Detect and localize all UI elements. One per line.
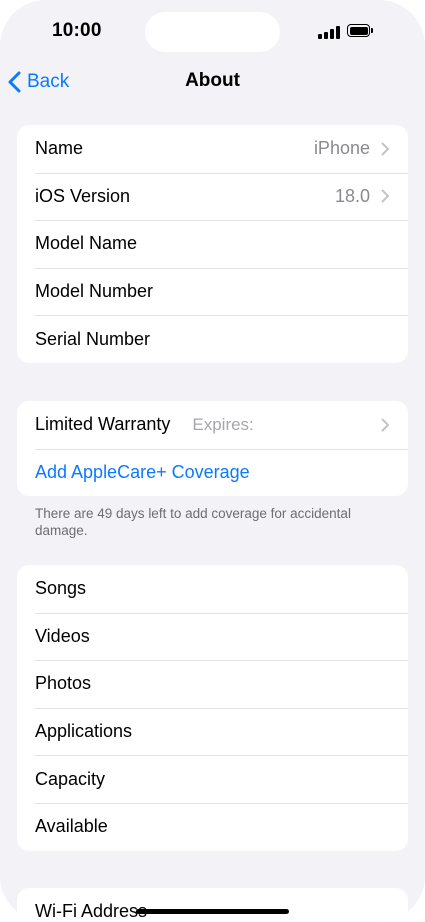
add-applecare-link[interactable]: Add AppleCare+ Coverage: [17, 448, 408, 497]
row-model-name: Model Name: [17, 220, 408, 268]
row-limited-warranty[interactable]: Limited Warranty Expires:: [17, 401, 408, 449]
row-label: Capacity: [35, 768, 106, 789]
chevron-right-icon: [381, 189, 389, 203]
row-ios-version[interactable]: iOS Version 18.0: [17, 172, 408, 221]
row-capacity: Capacity: [17, 755, 408, 803]
row-label: Serial Number: [35, 328, 151, 349]
row-value: 18.0: [334, 185, 370, 206]
row-serial-number: Serial Number: [17, 315, 408, 363]
battery-cap: [371, 28, 373, 33]
signal-icon: [318, 26, 340, 39]
row-label: Applications: [35, 721, 133, 742]
battery-icon: [347, 24, 370, 37]
row-label: Wi-Fi Address: [35, 901, 148, 922]
media-group: Songs Videos Photos Applications Capacit…: [17, 565, 408, 851]
row-label: Videos: [35, 625, 90, 646]
row-label: Model Number: [35, 281, 154, 302]
dynamic-island: [145, 12, 280, 52]
row-label: Limited Warranty: [35, 414, 171, 435]
home-indicator[interactable]: [136, 909, 289, 914]
row-label: Photos: [35, 673, 92, 694]
row-label: Model Name: [35, 233, 138, 254]
row-label: Name: [35, 138, 84, 159]
device-info-group: Name iPhone iOS Version 18.0 Model Name …: [17, 125, 408, 363]
row-available: Available: [17, 802, 408, 851]
page-title: About: [185, 70, 240, 91]
row-label: Songs: [35, 578, 87, 599]
chevron-right-icon: [381, 142, 389, 156]
row-wifi-address: Wi-Fi Address: [17, 888, 408, 922]
add-applecare-label: Add AppleCare+ Coverage: [35, 461, 250, 482]
warranty-group: Limited Warranty Expires: Add AppleCare+…: [17, 401, 408, 497]
row-name[interactable]: Name iPhone: [17, 125, 408, 173]
row-label: iOS Version: [35, 185, 131, 206]
row-photos: Photos: [17, 660, 408, 708]
network-group: Wi-Fi Address: [17, 888, 408, 922]
row-value: iPhone: [313, 138, 370, 159]
row-label: Available: [35, 816, 108, 837]
chevron-right-icon: [381, 418, 389, 432]
row-applications: Applications: [17, 707, 408, 756]
row-videos: Videos: [17, 612, 408, 661]
status-time: 10:00: [52, 20, 102, 41]
row-model-number: Model Number: [17, 267, 408, 316]
row-songs: Songs: [17, 565, 408, 613]
phone-screen: 10:00 Back About Name iPhone iOS Version…: [0, 0, 425, 922]
applecare-footnote: There are 49 days left to add coverage f…: [35, 506, 351, 538]
warranty-expires-value: Expires:: [192, 414, 254, 434]
